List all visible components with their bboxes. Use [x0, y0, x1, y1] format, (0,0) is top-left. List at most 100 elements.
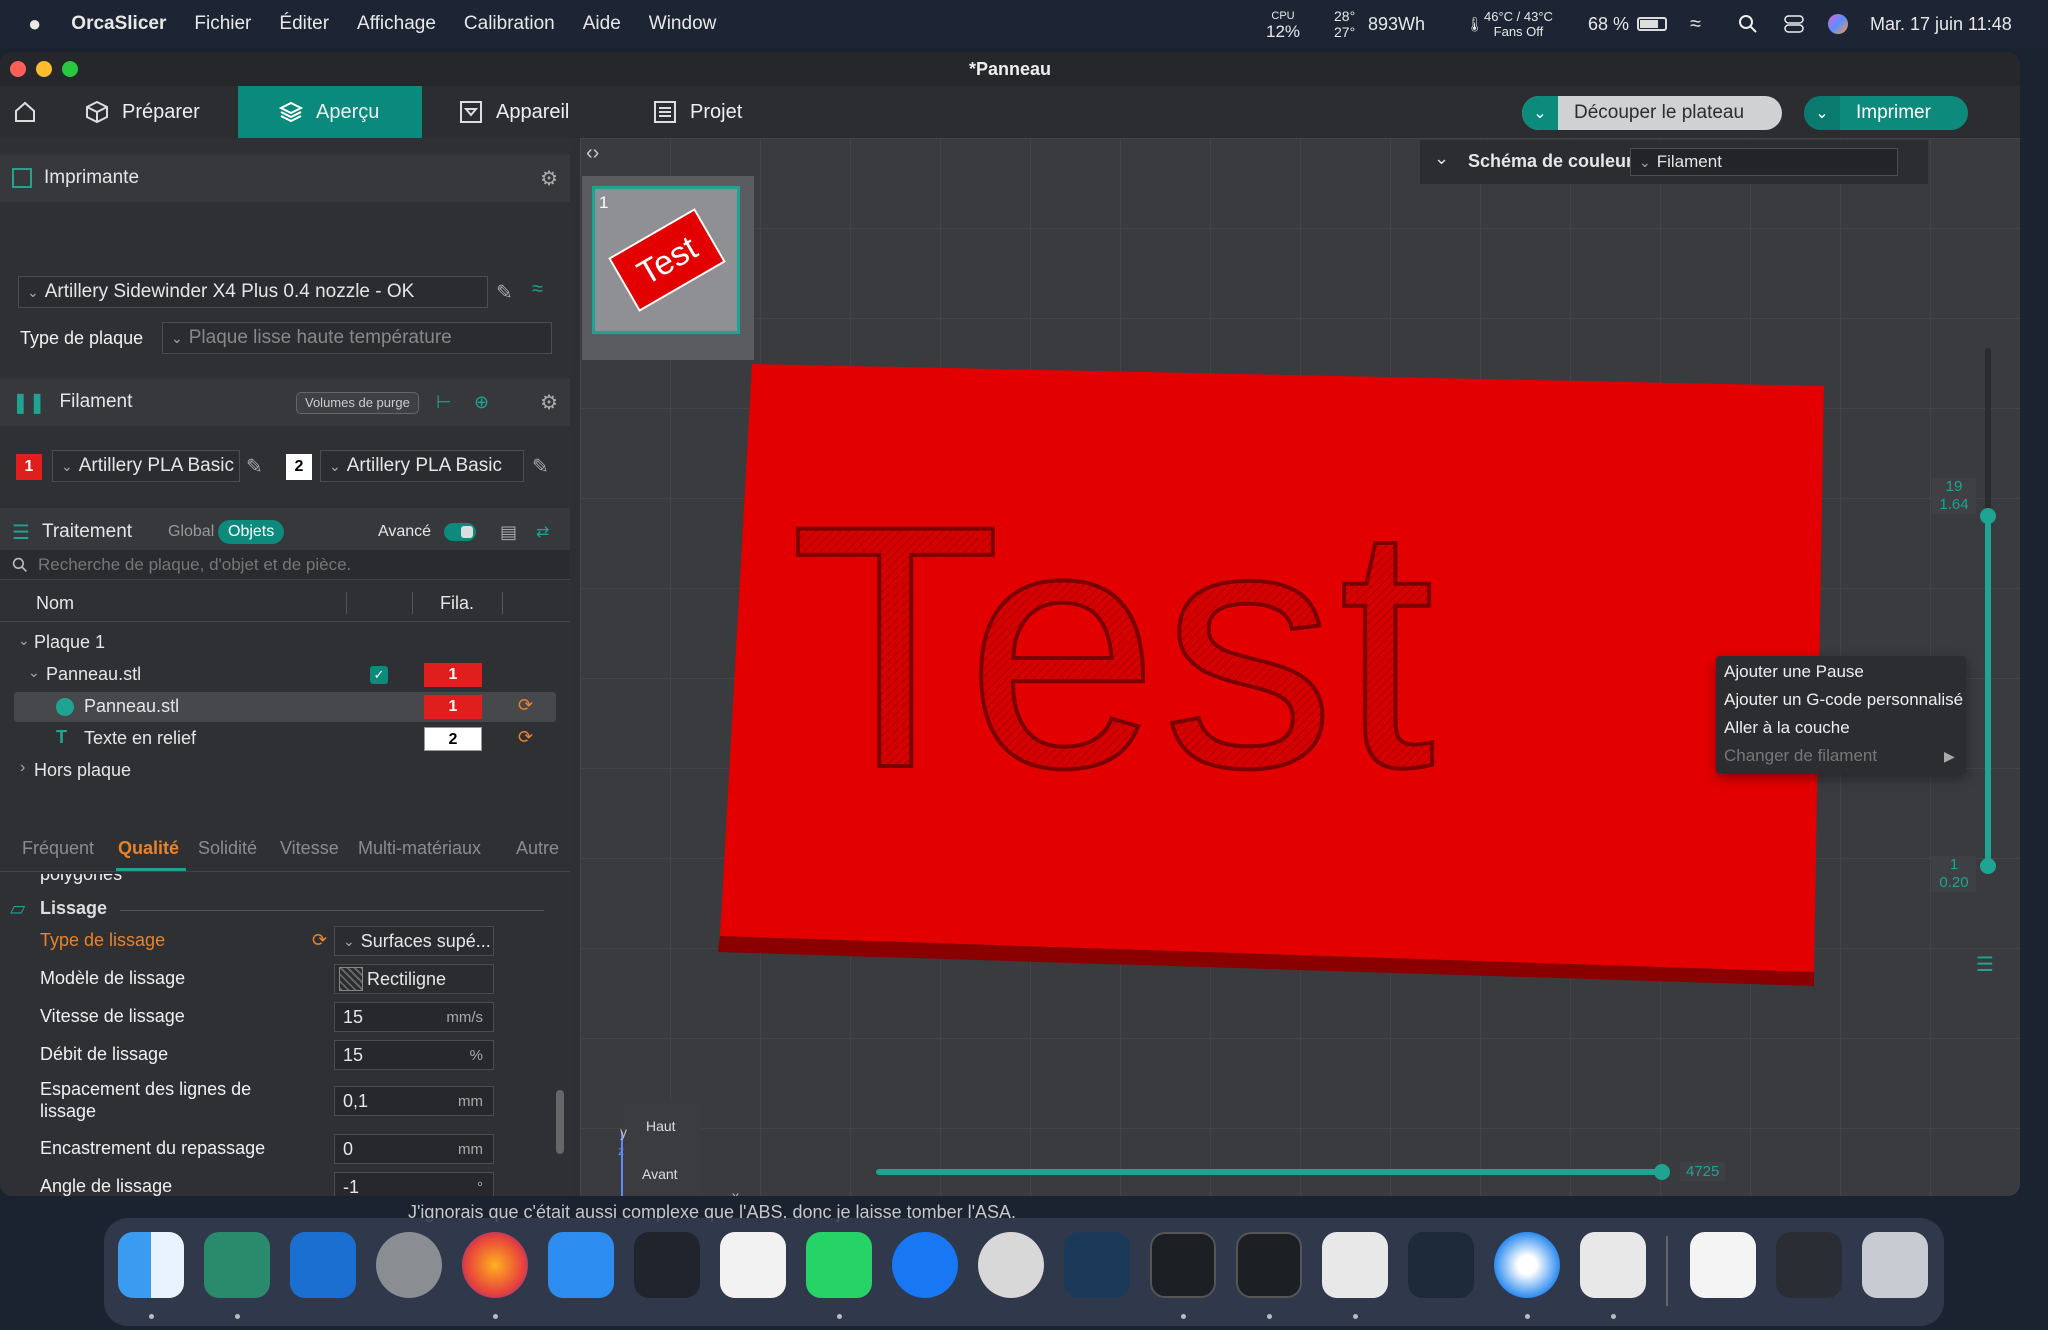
minimize-window-button[interactable]: [36, 61, 52, 77]
orcaslicer-dock-icon[interactable]: [1322, 1232, 1388, 1298]
add-filament-icon[interactable]: ⊕: [474, 392, 489, 413]
tab-frequent[interactable]: Fréquent: [22, 838, 94, 859]
search-icon[interactable]: [1738, 0, 1758, 48]
process-presets-icon[interactable]: ▤: [500, 522, 517, 543]
edit-filament-1-icon[interactable]: ✎: [246, 454, 263, 479]
print-dropdown-chevron-icon[interactable]: ⌄: [1804, 96, 1840, 130]
tab-preparer[interactable]: Préparer: [84, 86, 200, 138]
edit-printer-icon[interactable]: ✎: [496, 280, 513, 305]
layer-slider-bottom-handle[interactable]: [1980, 858, 1996, 874]
plate-thumbnail[interactable]: 1 Test: [592, 186, 740, 334]
print-button[interactable]: ⌄ Imprimer: [1804, 96, 1968, 130]
energy-widget[interactable]: 893Wh: [1368, 0, 1425, 48]
object-visible-checkbox[interactable]: ✓: [370, 666, 388, 684]
color-scheme-dropdown[interactable]: ⌄ Filament: [1630, 148, 1898, 176]
menu-add-pause[interactable]: Ajouter une Pause: [1724, 662, 1864, 682]
process-compare-icon[interactable]: ⇄: [536, 522, 549, 542]
settings-scroll-area[interactable]: polygones ▱ Lissage Type de lissage ⟳ ⌄ …: [0, 874, 570, 1196]
downloads-stack-icon[interactable]: [1776, 1232, 1842, 1298]
steam-icon[interactable]: [1064, 1232, 1130, 1298]
col-fila-header[interactable]: Fila.: [440, 593, 474, 614]
tree-row-plate[interactable]: ⌄ Plaque 1: [0, 628, 570, 658]
zoom-window-button[interactable]: [62, 61, 78, 77]
tree-row-text[interactable]: T Texte en relief 2 ⟳: [0, 724, 570, 754]
filament-settings-icon[interactable]: ⚙: [540, 390, 558, 415]
tree-row-part-selected[interactable]: Panneau.stl 1 ⟳: [14, 692, 556, 722]
filament-2-dropdown[interactable]: ⌄ Artillery PLA Basic: [320, 450, 524, 482]
cura-app-icon[interactable]: [720, 1232, 786, 1298]
home-button[interactable]: [12, 86, 42, 138]
ironing-type-dropdown[interactable]: ⌄ Surfaces supé...: [334, 926, 494, 956]
menu-aide[interactable]: Aide: [583, 13, 621, 35]
temps-widget[interactable]: 28° 27°: [1334, 0, 1355, 48]
activity-monitor-icon[interactable]: [1150, 1232, 1216, 1298]
objects-toggle[interactable]: Objets: [218, 520, 285, 544]
printer-section-header[interactable]: Imprimante ⚙: [0, 154, 570, 202]
documents-stack-icon[interactable]: [1690, 1232, 1756, 1298]
tree-row-off-plate[interactable]: › Hors plaque: [0, 756, 570, 786]
control-center-icon[interactable]: [1784, 0, 1804, 48]
remove-filament-icon[interactable]: ⊢: [436, 392, 452, 413]
layer-slider-top-handle[interactable]: [1980, 508, 1996, 524]
ironing-flow-input[interactable]: 15 %: [334, 1040, 494, 1070]
orcaslicer-2-dock-icon[interactable]: [1580, 1232, 1646, 1298]
move-slider-handle[interactable]: [1654, 1164, 1670, 1180]
wifi-printer-icon[interactable]: ≈: [532, 278, 543, 301]
app-menu[interactable]: OrcaSlicer: [71, 13, 166, 35]
ironing-pattern-dropdown[interactable]: Rectiligne: [334, 964, 494, 994]
slice-plate-button[interactable]: ⌄ Découper le plateau: [1522, 96, 1782, 130]
dxo-photolab-icon[interactable]: [634, 1232, 700, 1298]
close-window-button[interactable]: [10, 61, 26, 77]
firefox-icon[interactable]: [462, 1232, 528, 1298]
tab-multi-materiaux[interactable]: Multi-matériaux: [358, 838, 481, 859]
collapse-sidebar-icon[interactable]: ‹›: [586, 142, 599, 165]
global-toggle[interactable]: Global: [168, 523, 214, 541]
col-name-header[interactable]: Nom: [36, 593, 74, 614]
preview-viewport[interactable]: Test Test ‹› 1 Test ⌄ Schéma de couleur …: [580, 138, 2020, 1196]
trash-icon[interactable]: [1862, 1232, 1928, 1298]
whatsapp-icon[interactable]: [806, 1232, 872, 1298]
menu-fichier[interactable]: Fichier: [194, 13, 251, 35]
text-filament-badge[interactable]: 2: [424, 727, 482, 751]
filament-1-swatch[interactable]: 1: [16, 454, 42, 480]
clock[interactable]: Mar. 17 juin 11:48: [1870, 0, 2012, 48]
menu-calibration[interactable]: Calibration: [464, 13, 555, 35]
terminal-icon[interactable]: [1236, 1232, 1302, 1298]
text-settings-icon[interactable]: ⟳: [518, 727, 533, 748]
filament-2-swatch[interactable]: 2: [286, 454, 312, 480]
menu-editer[interactable]: Éditer: [279, 13, 329, 35]
plate-thumbnail-panel[interactable]: 1 Test: [582, 176, 754, 360]
edit-filament-2-icon[interactable]: ✎: [532, 454, 549, 479]
filament-section-header[interactable]: ❚❚ Filament Volumes de purge ⊢ ⊕ ⚙: [0, 378, 570, 426]
system-settings-icon[interactable]: [376, 1232, 442, 1298]
ironing-angle-input[interactable]: -1 °: [334, 1172, 494, 1196]
battery-widget[interactable]: 68 %: [1588, 0, 1668, 48]
part-filament-badge[interactable]: 1: [424, 695, 482, 719]
menu-add-custom-gcode[interactable]: Ajouter un G-code personnalisé: [1724, 690, 1963, 710]
object-filament-badge[interactable]: 1: [424, 663, 482, 687]
tab-vitesse[interactable]: Vitesse: [280, 838, 339, 859]
color-scheme-collapse-icon[interactable]: ⌄: [1434, 148, 1449, 169]
outlook-icon[interactable]: [290, 1232, 356, 1298]
tab-qualite[interactable]: Qualité: [118, 838, 179, 859]
safari-icon[interactable]: [1494, 1232, 1560, 1298]
ironing-speed-input[interactable]: 15 mm/s: [334, 1002, 494, 1032]
tab-apercu[interactable]: Aperçu: [238, 86, 422, 138]
solder-app-icon[interactable]: [204, 1232, 270, 1298]
finder-icon[interactable]: [118, 1232, 184, 1298]
ironing-spacing-input[interactable]: 0,1 mm: [334, 1086, 494, 1116]
tab-appareil[interactable]: Appareil: [458, 86, 569, 138]
tab-projet[interactable]: Projet: [652, 86, 742, 138]
tree-row-object[interactable]: ⌄ Panneau.stl ✓ 1: [0, 660, 570, 690]
purge-volumes-button[interactable]: Volumes de purge: [296, 392, 419, 414]
move-slider-track[interactable]: [876, 1169, 1664, 1175]
menu-jump-to-layer[interactable]: Aller à la couche: [1724, 718, 1850, 738]
printer-settings-icon[interactable]: ⚙: [540, 166, 558, 191]
reset-ironing-type-icon[interactable]: ⟳: [312, 930, 327, 951]
wifi-icon[interactable]: ≈: [1690, 0, 1701, 48]
fan-widget[interactable]: 46°C / 43°C Fans Off: [1484, 0, 1553, 48]
menu-change-filament[interactable]: Changer de filament: [1724, 746, 1877, 766]
slice-dropdown-chevron-icon[interactable]: ⌄: [1522, 96, 1558, 130]
menu-affichage[interactable]: Affichage: [357, 13, 436, 35]
layers-view-icon[interactable]: ☰: [1976, 952, 1994, 977]
